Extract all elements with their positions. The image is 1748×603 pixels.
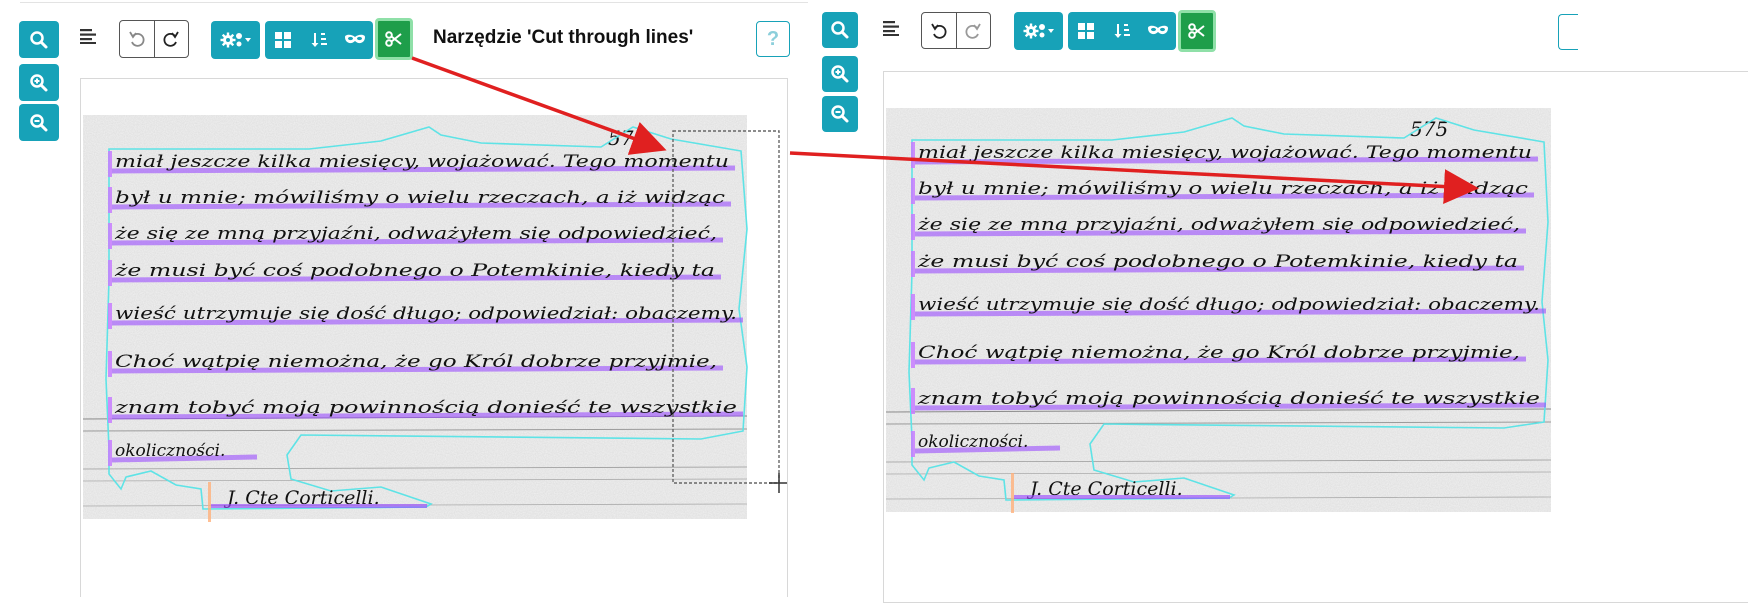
zoom-in-icon bbox=[30, 73, 48, 91]
handwritten-line-text: był u mnie; mówiliśmy o wielu rzeczach, … bbox=[918, 179, 1529, 199]
line-start-marker[interactable] bbox=[108, 303, 112, 329]
mask-toggle-button[interactable] bbox=[1140, 12, 1176, 50]
cut-through-lines-tool-button[interactable] bbox=[1178, 10, 1216, 52]
tool-title: Narzędzie 'Cut through lines' bbox=[433, 27, 694, 48]
line-start-marker[interactable] bbox=[108, 397, 112, 423]
sort-button[interactable] bbox=[1104, 12, 1140, 50]
redo-button[interactable] bbox=[955, 13, 991, 48]
zoom-out-button[interactable] bbox=[822, 96, 858, 132]
handwritten-line-text: że musi być coś podobnego o Potemkinie, … bbox=[114, 261, 715, 281]
handwritten-line-text: znam tobyć moją powinnością donieść te w… bbox=[917, 389, 1540, 409]
sort-icon bbox=[311, 33, 327, 47]
line-start-marker[interactable] bbox=[911, 142, 915, 168]
line-start-marker[interactable] bbox=[108, 440, 112, 466]
grid-view-button[interactable] bbox=[1068, 12, 1104, 50]
grid-view-button[interactable] bbox=[265, 21, 301, 59]
undo-redo-group bbox=[119, 20, 189, 58]
mask-toggle-button[interactable] bbox=[337, 21, 373, 59]
zoom-out-icon bbox=[831, 105, 849, 123]
line-start-marker[interactable] bbox=[911, 431, 915, 457]
undo-redo-group bbox=[921, 12, 991, 49]
gears-icon bbox=[220, 32, 251, 48]
view-tools-group bbox=[1068, 12, 1176, 50]
zoom-in-button[interactable] bbox=[822, 56, 858, 92]
handwritten-line-text: że się ze mną przyjaźni, odważyłem się o… bbox=[917, 215, 1520, 235]
sort-icon bbox=[1114, 24, 1130, 38]
document-canvas[interactable]: 575 miał jeszcze kilka miesięcy, wojażow… bbox=[80, 78, 788, 597]
settings-dropdown-button[interactable] bbox=[211, 21, 260, 59]
manuscript-page-image: 575 miał jeszcze kilka miesięcy, wojażow… bbox=[885, 108, 1552, 513]
handwritten-line-text: wieść utrzymuje się dość długo; odpowied… bbox=[918, 295, 1540, 315]
editor-pane-before: Narzędzie 'Cut through lines' ? 575 miał… bbox=[0, 0, 900, 597]
line-start-marker[interactable] bbox=[108, 187, 112, 213]
gears-icon bbox=[1023, 23, 1054, 39]
redo-icon bbox=[163, 31, 180, 47]
sort-button[interactable] bbox=[301, 21, 337, 59]
handwritten-line-text: okoliczności. bbox=[115, 441, 225, 461]
zoom-out-icon bbox=[30, 113, 48, 131]
help-button-partial[interactable] bbox=[1558, 14, 1578, 50]
undo-button[interactable] bbox=[120, 21, 154, 57]
handwritten-line-text: że się ze mną przyjaźni, odważyłem się o… bbox=[114, 224, 717, 244]
handwritten-line-text: okoliczności. bbox=[918, 432, 1028, 452]
redo-icon bbox=[965, 23, 982, 39]
undo-icon bbox=[128, 31, 145, 47]
handwritten-lines: miał jeszcze kilka miesięcy, wojażować. … bbox=[114, 152, 737, 461]
mask-icon bbox=[1148, 25, 1168, 35]
handwritten-line-text: Choć wątpię niemożna, że go Król dobrze … bbox=[115, 352, 717, 372]
handwritten-line-text: miał jeszcze kilka miesięcy, wojażować. … bbox=[918, 143, 1532, 163]
line-start-marker[interactable] bbox=[108, 351, 112, 377]
view-tools-group bbox=[265, 21, 373, 59]
search-icon bbox=[831, 21, 849, 39]
search-icon bbox=[30, 30, 48, 48]
signature-marker[interactable] bbox=[1011, 473, 1014, 513]
document-canvas[interactable]: 575 miał jeszcze kilka miesięcy, wojażow… bbox=[883, 71, 1748, 603]
handwritten-line-text: Choć wątpię niemożna, że go Król dobrze … bbox=[918, 343, 1520, 363]
search-button[interactable] bbox=[19, 21, 59, 58]
line-start-marker[interactable] bbox=[911, 214, 915, 240]
top-divider bbox=[20, 2, 808, 3]
menu-lines-icon[interactable] bbox=[883, 20, 901, 36]
search-button[interactable] bbox=[822, 12, 858, 48]
settings-dropdown-button[interactable] bbox=[1014, 12, 1063, 50]
line-start-marker[interactable] bbox=[108, 223, 112, 249]
line-start-marker[interactable] bbox=[911, 388, 915, 414]
handwritten-lines: miał jeszcze kilka miesięcy, wojażować. … bbox=[917, 143, 1540, 452]
menu-lines-icon[interactable] bbox=[80, 28, 98, 44]
zoom-in-button[interactable] bbox=[19, 64, 59, 101]
cut-through-lines-tool-button[interactable] bbox=[375, 18, 413, 60]
crosshair-cursor bbox=[769, 473, 787, 493]
grid-icon bbox=[275, 32, 291, 48]
handwritten-line-text: miał jeszcze kilka miesięcy, wojażować. … bbox=[115, 152, 729, 172]
mask-icon bbox=[345, 34, 365, 44]
handwritten-line-text: znam tobyć moją powinnością donieść te w… bbox=[114, 398, 737, 418]
line-start-marker[interactable] bbox=[911, 342, 915, 368]
grid-icon bbox=[1078, 23, 1094, 39]
zoom-out-button[interactable] bbox=[19, 104, 59, 141]
handwritten-line-text: był u mnie; mówiliśmy o wielu rzeczach, … bbox=[115, 188, 726, 208]
handwritten-line-text: że musi być coś podobnego o Potemkinie, … bbox=[917, 252, 1518, 272]
manuscript-page-image: 575 miał jeszcze kilka miesięcy, wojażow… bbox=[82, 115, 787, 522]
signature-marker[interactable] bbox=[208, 482, 211, 522]
line-start-marker[interactable] bbox=[911, 294, 915, 320]
help-button[interactable]: ? bbox=[756, 21, 790, 57]
scissors-icon bbox=[1188, 23, 1205, 39]
redo-button[interactable] bbox=[153, 21, 189, 57]
scissors-icon bbox=[385, 31, 402, 47]
line-start-marker[interactable] bbox=[108, 260, 112, 286]
line-start-marker[interactable] bbox=[911, 178, 915, 204]
line-start-marker[interactable] bbox=[911, 251, 915, 277]
zoom-in-icon bbox=[831, 65, 849, 83]
handwritten-line-text: wieść utrzymuje się dość długo; odpowied… bbox=[115, 304, 737, 324]
undo-button[interactable] bbox=[922, 13, 956, 48]
undo-icon bbox=[930, 23, 947, 39]
line-start-marker[interactable] bbox=[108, 151, 112, 177]
